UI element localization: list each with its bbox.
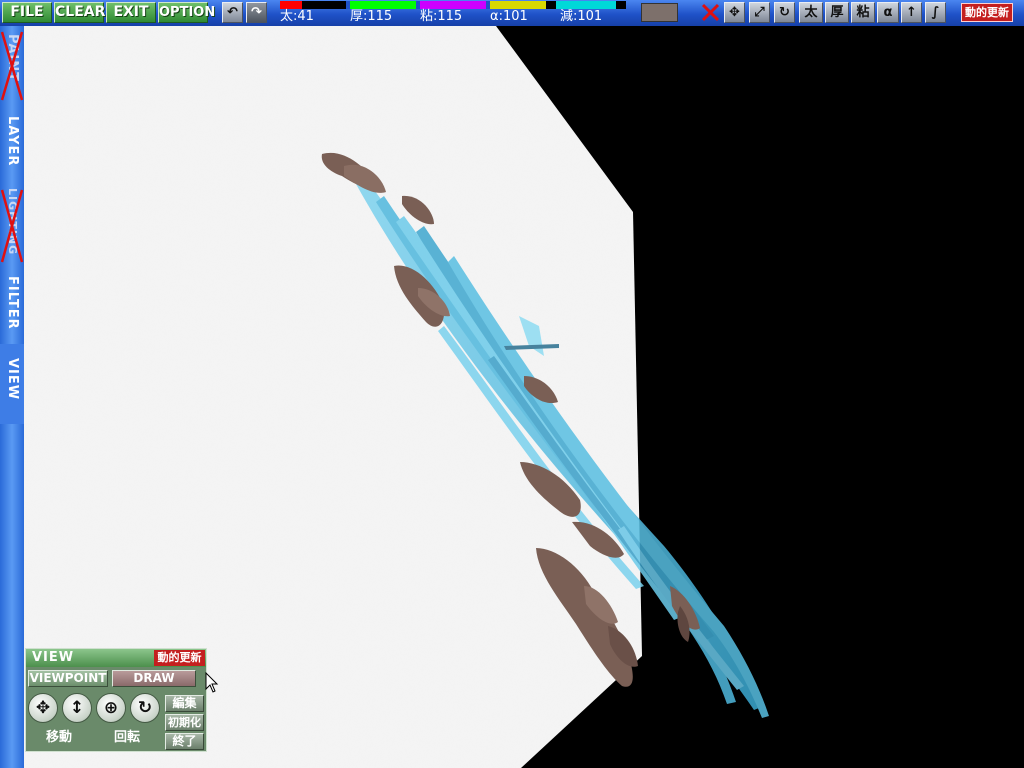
tab-viewpoint[interactable]: VIEWPOINT <box>28 670 108 687</box>
tab-view-label: VIEW <box>5 358 20 401</box>
rotate-caption: 回転 <box>114 730 141 745</box>
thickness-icon[interactable]: 厚 <box>825 2 849 23</box>
exit-button[interactable]: EXIT <box>106 2 156 23</box>
tab-view[interactable]: VIEW <box>0 344 24 424</box>
tab-paint[interactable]: PAINT <box>0 28 24 104</box>
option-button[interactable]: OPTION <box>158 2 215 23</box>
swatch-black-3[interactable] <box>616 1 626 9</box>
pan-icon[interactable]: ✥ <box>28 693 58 723</box>
edit-button[interactable]: 編集 <box>165 695 204 712</box>
current-color-preview[interactable] <box>641 3 678 22</box>
param-viscosity[interactable]: 粘:115 <box>420 8 462 25</box>
view-panel-title: VIEW <box>32 650 75 665</box>
reset-button[interactable]: 初期化 <box>165 714 204 731</box>
move-icon[interactable]: ✥ <box>724 2 745 23</box>
tab-layer-label: LAYER <box>5 116 20 167</box>
up-arrow-icon[interactable]: ↑ <box>901 2 922 23</box>
disabled-cross-icon <box>0 189 24 263</box>
swatch-black-2[interactable] <box>546 1 556 9</box>
size-icon[interactable]: 太 <box>799 2 823 23</box>
undo-icon[interactable]: ↶ <box>222 2 243 23</box>
view-auto-update-button[interactable]: 動的更新 <box>154 650 205 666</box>
tab-draw[interactable]: DRAW <box>112 670 196 687</box>
viscosity-icon[interactable]: 粘 <box>851 2 875 23</box>
file-menu-button[interactable]: FILE <box>2 2 52 23</box>
side-tab-bar: PAINT LAYER LIGHTING FILTER VIEW <box>0 26 24 768</box>
smudge-icon[interactable]: ∫ <box>925 2 946 23</box>
tab-filter-label: FILTER <box>5 276 20 330</box>
redo-icon[interactable]: ↷ <box>246 2 267 23</box>
rotate-icon[interactable]: ↻ <box>774 2 795 23</box>
param-thickness[interactable]: 厚:115 <box>350 8 392 25</box>
clear-button[interactable]: CLEAR <box>54 2 105 23</box>
tab-layer[interactable]: LAYER <box>0 110 24 180</box>
param-size[interactable]: 太:41 <box>280 8 314 25</box>
view-panel-titlebar[interactable]: VIEW 動的更新 <box>26 649 206 667</box>
mouse-cursor-icon <box>205 672 219 693</box>
alpha-icon[interactable]: α <box>877 2 899 23</box>
tab-lighting[interactable]: LIGHTING <box>0 186 24 266</box>
vertical-move-icon[interactable]: ↕ <box>62 693 92 723</box>
orbit-icon[interactable]: ⊕ <box>96 693 126 723</box>
disabled-cross-icon <box>0 31 24 101</box>
close-icon[interactable] <box>700 2 721 23</box>
auto-update-button[interactable]: 動的更新 <box>961 3 1013 22</box>
rotate-icon[interactable]: ↻ <box>130 693 160 723</box>
view-panel: VIEW 動的更新 VIEWPOINT DRAW ✥ ↕ ⊕ ↻ 移動 回転 編… <box>25 648 207 752</box>
scale-icon[interactable]: ⤢ <box>749 2 770 23</box>
end-button[interactable]: 終了 <box>165 733 204 750</box>
param-alpha[interactable]: α:101 <box>490 8 528 25</box>
move-caption: 移動 <box>46 730 73 745</box>
param-decay[interactable]: 減:101 <box>560 8 602 25</box>
tab-filter[interactable]: FILTER <box>0 272 24 338</box>
top-toolbar: FILE CLEAR EXIT OPTION ↶ ↷ 太:41 厚:115 粘:… <box>0 0 1024 26</box>
